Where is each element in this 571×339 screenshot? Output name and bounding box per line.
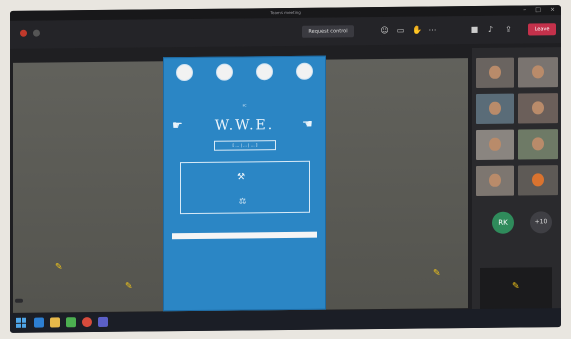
participants-icon[interactable]: ☺	[380, 26, 389, 35]
participants-panel: RK +10 ✎	[472, 47, 561, 319]
teams-icon[interactable]	[98, 316, 108, 327]
poster-info-box: ⚒ ⚖	[180, 160, 310, 215]
presenter-label	[15, 298, 23, 303]
more-participants-button[interactable]: +10	[530, 211, 552, 234]
participant-tile[interactable]	[476, 165, 514, 197]
poster-subtitle: [ ... | ... | ... ]	[214, 140, 276, 151]
cursor-pointer-icon: ✎	[512, 281, 520, 292]
chat-icon[interactable]: ▭	[396, 26, 405, 35]
poster-title: W.W.E.	[214, 117, 275, 134]
chrome-icon[interactable]	[82, 317, 92, 328]
request-control-button[interactable]: Request control	[302, 25, 354, 38]
cursor-pointer-icon: ✎	[55, 262, 63, 273]
meeting-info-icon[interactable]	[33, 29, 40, 37]
institution-logo-icon	[175, 63, 193, 82]
participant-tile[interactable]	[518, 165, 558, 196]
participant-tile[interactable]	[476, 57, 514, 89]
participant-avatar[interactable]: RK	[492, 211, 514, 234]
participant-tile[interactable]	[518, 57, 558, 88]
meeting-toolbar: Request control ☺ ▭ ✋ ⋯ ■ ♪ ⇪ Leave	[10, 15, 561, 49]
self-view-tile: ✎	[480, 267, 552, 312]
cursor-pointer-icon: ✎	[433, 268, 441, 279]
poster-details	[170, 247, 320, 249]
store-icon[interactable]	[66, 317, 76, 328]
poster-header-line	[164, 85, 325, 87]
participant-tile[interactable]	[518, 93, 558, 124]
file-explorer-icon[interactable]	[50, 317, 60, 328]
screen: Teams meeting – □ × Request control ☺ ▭ …	[10, 5, 561, 333]
participant-tile[interactable]	[476, 93, 514, 125]
window-title: Teams meeting	[270, 9, 301, 16]
more-options-icon[interactable]: ⋯	[428, 25, 437, 34]
iic-logo-icon	[296, 62, 314, 80]
reactions-icon[interactable]: ✋	[412, 26, 422, 35]
event-poster: IIC ☛ ☚ W.W.E. [ ... | ... | ... ] ⚒ ⚖	[163, 55, 326, 312]
minimize-icon[interactable]: –	[523, 5, 526, 15]
scales-icon: ⚖	[239, 196, 247, 206]
institution-logo-icon	[215, 63, 233, 81]
gavel-icon: ⚒	[237, 172, 246, 183]
participant-tile[interactable]	[476, 129, 514, 161]
shared-screen: ✎ ✎ ✎ IIC ☛ ☚ W.W.E. [ ... | ... | ... ]	[13, 55, 468, 313]
recording-indicator-icon	[20, 29, 27, 37]
share-icon[interactable]: ⇪	[504, 25, 513, 34]
close-icon[interactable]: ×	[550, 5, 555, 15]
poster-header-line	[164, 97, 325, 99]
participant-tile[interactable]	[518, 129, 558, 160]
edge-icon[interactable]	[34, 317, 44, 328]
institution-logo-icon	[256, 63, 274, 81]
camera-icon[interactable]: ■	[470, 25, 479, 34]
mic-icon[interactable]: ♪	[486, 25, 495, 34]
poster-header-line: IIC	[242, 103, 247, 108]
cursor-pointer-icon: ✎	[125, 281, 133, 292]
leave-button[interactable]: Leave	[528, 23, 556, 36]
maximize-icon[interactable]: □	[535, 5, 541, 15]
poster-header-line	[164, 91, 325, 93]
windows-start-icon[interactable]	[16, 317, 26, 328]
registration-link[interactable]	[172, 231, 317, 240]
